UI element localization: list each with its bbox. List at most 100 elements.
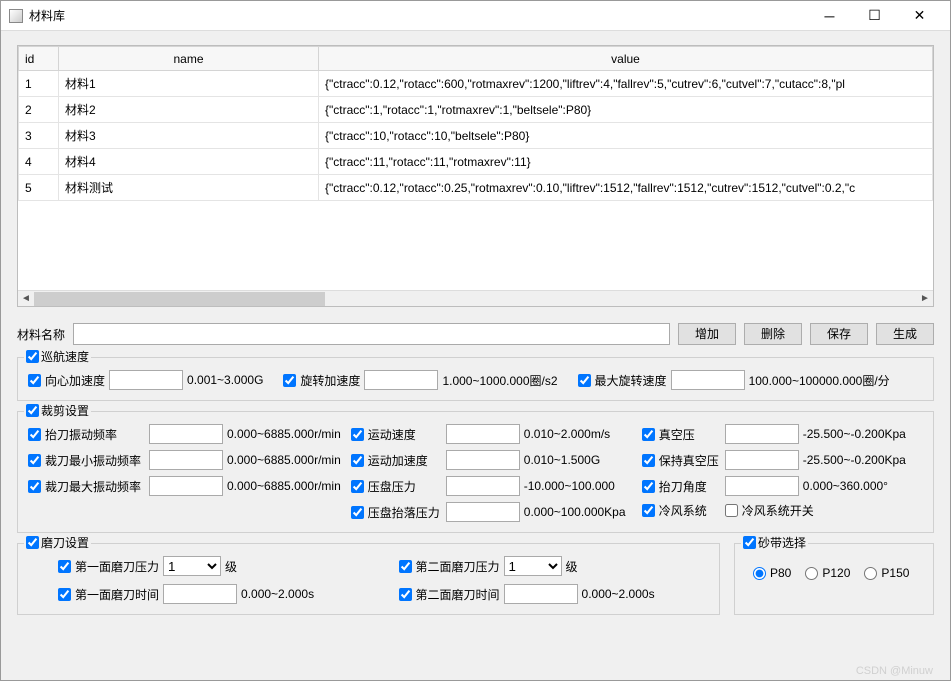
- cold-air-checkbox[interactable]: [642, 504, 655, 517]
- platen-lift-press-range: 0.000~100.000Kpa: [524, 505, 632, 519]
- scroll-track[interactable]: [34, 292, 917, 306]
- cell-name[interactable]: 材料4: [59, 149, 319, 175]
- p1-press-label: 第一面磨刀压力: [75, 558, 159, 575]
- app-icon: [9, 9, 23, 23]
- window: 材料库 ─ ☐ ✕ id name value 1材料1{"ctracc":0.…: [0, 0, 951, 681]
- table-row[interactable]: 5材料测试{"ctracc":0.12,"rotacc":0.25,"rotma…: [19, 175, 933, 201]
- header-id[interactable]: id: [19, 47, 59, 71]
- lift-angle-input[interactable]: [725, 476, 799, 496]
- cold-air-label: 冷风系统: [659, 502, 711, 519]
- cold-air-switch-label: 冷风系统开关: [742, 502, 814, 519]
- cell-name[interactable]: 材料1: [59, 71, 319, 97]
- min-freq-label: 裁刀最小振动频率: [45, 452, 145, 469]
- p1-time-label: 第一面磨刀时间: [75, 586, 159, 603]
- add-button[interactable]: 增加: [678, 323, 736, 345]
- hold-vacuum-input[interactable]: [725, 450, 799, 470]
- header-name[interactable]: name: [59, 47, 319, 71]
- p2-press-select[interactable]: 1: [504, 556, 562, 576]
- p2-time-checkbox[interactable]: [399, 588, 412, 601]
- belt-p120-radio[interactable]: [805, 567, 818, 580]
- belt-p150-option[interactable]: P150: [864, 566, 909, 580]
- material-name-input[interactable]: [73, 323, 670, 345]
- cell-value[interactable]: {"ctracc":0.12,"rotacc":0.25,"rotmaxrev"…: [319, 175, 933, 201]
- cut-checkbox[interactable]: [26, 404, 39, 417]
- max-rot-checkbox[interactable]: [578, 374, 591, 387]
- cell-id[interactable]: 3: [19, 123, 59, 149]
- max-freq-checkbox[interactable]: [28, 480, 41, 493]
- move-speed-checkbox[interactable]: [351, 428, 364, 441]
- p2-time-input[interactable]: [504, 584, 578, 604]
- vacuum-checkbox[interactable]: [642, 428, 655, 441]
- table-row[interactable]: 2材料2{"ctracc":1,"rotacc":1,"rotmaxrev":1…: [19, 97, 933, 123]
- maximize-button[interactable]: ☐: [852, 2, 897, 30]
- concentric-acc-input[interactable]: [109, 370, 183, 390]
- scroll-thumb[interactable]: [34, 292, 325, 306]
- table-row[interactable]: 1材料1{"ctracc":0.12,"rotacc":600,"rotmaxr…: [19, 71, 933, 97]
- cell-id[interactable]: 1: [19, 71, 59, 97]
- cruise-checkbox[interactable]: [26, 350, 39, 363]
- cell-value[interactable]: {"ctracc":1,"rotacc":1,"rotmaxrev":1,"be…: [319, 97, 933, 123]
- p1-press-select[interactable]: 1: [163, 556, 221, 576]
- cell-id[interactable]: 4: [19, 149, 59, 175]
- group-belt-title: 砂带选择: [741, 534, 808, 551]
- belt-p150-radio[interactable]: [864, 567, 877, 580]
- cold-air-switch-checkbox[interactable]: [725, 504, 738, 517]
- delete-button[interactable]: 删除: [744, 323, 802, 345]
- move-acc-input[interactable]: [446, 450, 520, 470]
- lift-freq-input[interactable]: [149, 424, 223, 444]
- belt-p80-option[interactable]: P80: [753, 566, 791, 580]
- max-freq-input[interactable]: [149, 476, 223, 496]
- belt-p150-label: P150: [881, 566, 909, 580]
- scroll-right-icon[interactable]: ►: [917, 291, 933, 307]
- platen-lift-press-input[interactable]: [446, 502, 520, 522]
- platen-lift-press-checkbox[interactable]: [351, 506, 364, 519]
- platen-press-input[interactable]: [446, 476, 520, 496]
- minimize-button[interactable]: ─: [807, 2, 852, 30]
- knife-title-text: 磨刀设置: [41, 534, 89, 551]
- watermark: CSDN @Minuw: [856, 665, 933, 677]
- save-button[interactable]: 保存: [810, 323, 868, 345]
- cell-id[interactable]: 5: [19, 175, 59, 201]
- p1-time-input[interactable]: [163, 584, 237, 604]
- platen-press-checkbox[interactable]: [351, 480, 364, 493]
- hold-vacuum-checkbox[interactable]: [642, 454, 655, 467]
- belt-p120-option[interactable]: P120: [805, 566, 850, 580]
- cell-name[interactable]: 材料2: [59, 97, 319, 123]
- rot-acc-checkbox[interactable]: [283, 374, 296, 387]
- max-rot-input[interactable]: [671, 370, 745, 390]
- cell-name[interactable]: 材料测试: [59, 175, 319, 201]
- concentric-acc-checkbox[interactable]: [28, 374, 41, 387]
- p2-time-label: 第二面磨刀时间: [416, 586, 500, 603]
- table-row[interactable]: 4材料4{"ctracc":11,"rotacc":11,"rotmaxrev"…: [19, 149, 933, 175]
- cell-id[interactable]: 2: [19, 97, 59, 123]
- min-freq-input[interactable]: [149, 450, 223, 470]
- table-row[interactable]: 3材料3{"ctracc":10,"rotacc":10,"beltsele":…: [19, 123, 933, 149]
- p1-time-checkbox[interactable]: [58, 588, 71, 601]
- horizontal-scrollbar[interactable]: ◄ ►: [18, 290, 933, 306]
- cell-value[interactable]: {"ctracc":0.12,"rotacc":600,"rotmaxrev":…: [319, 71, 933, 97]
- close-button[interactable]: ✕: [897, 2, 942, 30]
- cell-value[interactable]: {"ctracc":11,"rotacc":11,"rotmaxrev":11}: [319, 149, 933, 175]
- move-acc-checkbox[interactable]: [351, 454, 364, 467]
- cell-value[interactable]: {"ctracc":10,"rotacc":10,"beltsele":P80}: [319, 123, 933, 149]
- lift-angle-checkbox[interactable]: [642, 480, 655, 493]
- vacuum-label: 真空压: [659, 426, 721, 443]
- materials-table: id name value 1材料1{"ctracc":0.12,"rotacc…: [18, 46, 933, 201]
- lift-freq-checkbox[interactable]: [28, 428, 41, 441]
- scroll-left-icon[interactable]: ◄: [18, 291, 34, 307]
- lift-freq-label: 抬刀振动频率: [45, 426, 145, 443]
- vacuum-input[interactable]: [725, 424, 799, 444]
- belt-p80-radio[interactable]: [753, 567, 766, 580]
- belt-checkbox[interactable]: [743, 536, 756, 549]
- knife-checkbox[interactable]: [26, 536, 39, 549]
- p2-press-label: 第二面磨刀压力: [416, 558, 500, 575]
- rot-acc-input[interactable]: [364, 370, 438, 390]
- header-value[interactable]: value: [319, 47, 933, 71]
- cell-name[interactable]: 材料3: [59, 123, 319, 149]
- move-speed-label: 运动速度: [368, 426, 442, 443]
- p2-press-checkbox[interactable]: [399, 560, 412, 573]
- min-freq-checkbox[interactable]: [28, 454, 41, 467]
- move-speed-input[interactable]: [446, 424, 520, 444]
- generate-button[interactable]: 生成: [876, 323, 934, 345]
- p1-press-checkbox[interactable]: [58, 560, 71, 573]
